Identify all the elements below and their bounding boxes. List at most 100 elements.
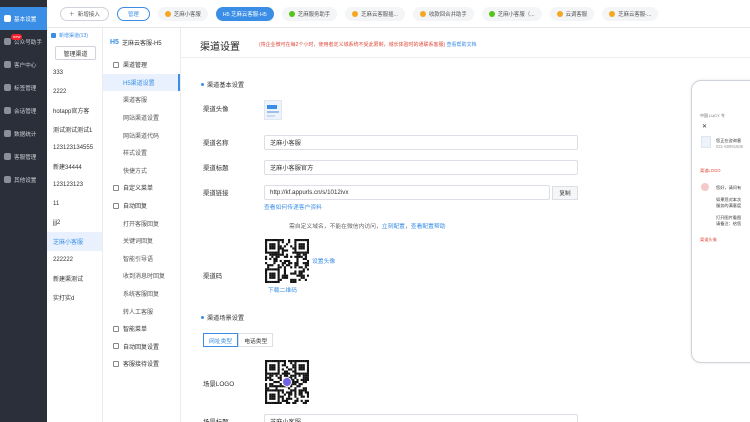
menu-item-8[interactable]: 自动回复 — [103, 197, 180, 215]
scene-type-toggle: 网址类型 电话类型 — [203, 333, 274, 347]
sidebar-icon — [4, 130, 11, 137]
sidebar-icon — [4, 61, 11, 68]
menu-group-icon — [113, 360, 119, 367]
agent-avatar — [701, 183, 709, 191]
channel-title-input[interactable]: 芝麻小客服官方 — [264, 160, 578, 175]
sidebar-item-5[interactable]: 数据统计 — [0, 122, 47, 145]
channel-link-input[interactable]: http://kf.appurls.cn/s/1012ivx — [264, 185, 550, 200]
close-icon: ✕ — [702, 124, 708, 130]
tab-channel-3[interactable]: 芝麻云客服插... — [345, 6, 405, 21]
settings-menu: H5 芝麻云客服-H5 渠道管理 H5渠道设置 渠道客服 网站渠道设置 网站渠道代码 样式设… — [103, 28, 181, 422]
menu-item-0[interactable]: 渠道管理 — [103, 56, 180, 74]
sidebar-item-1[interactable]: 公众号助手 — [0, 30, 47, 53]
scene-logo-qrcode[interactable] — [265, 360, 309, 404]
phone-status-bar: 中国 LUCY 令 — [700, 113, 725, 118]
app: 基本设置 公众号助手 客户中心 标签管理 会话管理 数据统计 客服管理 其他设置 new ＋新增… — [0, 0, 750, 422]
help-doc-link[interactable]: 查看帮助文档 — [447, 42, 477, 48]
configure-now-link[interactable]: 立刻配置 — [382, 224, 405, 230]
name-label: 渠道名称 — [203, 140, 229, 147]
menu-item-2[interactable]: 渠道客服 — [103, 91, 180, 109]
menu-item-15[interactable]: 智能菜单 — [103, 320, 180, 338]
channel-item[interactable]: 333 — [47, 64, 102, 83]
avatar-label: 渠道头像 — [203, 106, 229, 113]
sidebar-icon — [4, 107, 11, 114]
menu-item-4[interactable]: 网站渠道代码 — [103, 126, 180, 144]
preview-msg-4b: 请备注：给您 — [716, 221, 742, 226]
scene-name-input[interactable]: 芝麻小客服 — [264, 414, 578, 422]
download-qrcode-link[interactable]: 下载二维码 — [268, 285, 297, 294]
manage-button[interactable]: 管理 — [117, 6, 150, 21]
channel-dot-icon — [420, 10, 426, 17]
preview-msg-1b: 021-60991508 — [716, 144, 744, 149]
sidebar-icon — [4, 153, 11, 160]
sidebar-item-7[interactable]: 其他设置 — [0, 168, 47, 191]
channel-item[interactable]: 新建渠测试 — [47, 270, 102, 289]
main-sidebar: 基本设置 公众号助手 客户中心 标签管理 会话管理 数据统计 客服管理 其他设置 new — [0, 0, 47, 422]
logo-annotation: 渠道LOGO — [700, 168, 721, 173]
sidebar-item-2[interactable]: 客户中心 — [0, 53, 47, 76]
channel-item[interactable]: 实打实d — [47, 288, 102, 307]
channel-item[interactable]: 测试测试测试1 — [47, 120, 102, 139]
phone-preview: 中国 LUCY 令 ✕ 您正在咨询客 021-60991508 渠道LOGO 您… — [691, 80, 750, 363]
qrcode-label: 渠道码 — [203, 273, 223, 280]
channel-item[interactable]: jjj2 — [47, 214, 102, 233]
menu-item-16[interactable]: 自动回复设置 — [103, 338, 180, 356]
menu-item-12[interactable]: 收到消息时回复 — [103, 267, 180, 285]
new-badge: new — [11, 34, 23, 40]
sidebar-item-4[interactable]: 会话管理 — [0, 99, 47, 122]
channel-list-header: 新增渠道(13) — [47, 28, 102, 42]
tab-channel-6[interactable]: 云调客服 — [549, 6, 595, 21]
menu-item-9[interactable]: 打开客服回复 — [103, 214, 180, 232]
copy-button[interactable]: 复制 — [552, 186, 578, 200]
channel-name-input[interactable]: 芝麻小客服 — [264, 135, 578, 150]
menu-item-3[interactable]: 网站渠道设置 — [103, 109, 180, 127]
menu-item-6[interactable]: 快捷方式 — [103, 162, 180, 180]
tab-phone-type[interactable]: 电话类型 — [238, 333, 274, 347]
manage-channels-button[interactable]: 管理渠道 — [55, 46, 96, 60]
sidebar-icon — [4, 38, 11, 45]
menu-item-10[interactable]: 关键词回复 — [103, 232, 180, 250]
tab-url-type[interactable]: 网址类型 — [203, 333, 239, 347]
divider — [181, 57, 750, 58]
menu-item-1[interactable]: H5渠道设置 — [103, 73, 180, 92]
sidebar-item-3[interactable]: 标签管理 — [0, 76, 47, 99]
page-note: (将企业微可在每2个小时，使用者定义城系统不受此限制，城长体验时的通联系客服) … — [259, 42, 477, 48]
tab-channel-5[interactable]: 芝麻小客服（... — [481, 6, 542, 21]
set-avatar-link[interactable]: 设置头像 — [312, 256, 335, 265]
channel-item[interactable]: 新建34444 — [47, 157, 102, 176]
menu-item-14[interactable]: 转人工客服 — [103, 302, 180, 320]
menu-item-5[interactable]: 样式设置 — [103, 144, 180, 162]
menu-item-17[interactable]: 客服接待设置 — [103, 355, 180, 373]
channel-dot-icon — [556, 10, 563, 17]
config-help-link[interactable]: 查看配置帮助 — [411, 224, 446, 230]
new-access-button[interactable]: ＋新增接入 — [60, 6, 109, 21]
channel-item[interactable]: 11 — [47, 195, 102, 214]
sidebar-icon — [4, 15, 11, 22]
tab-channel-0[interactable]: 芝麻小客服 — [157, 6, 208, 21]
channel-tabs: 芝麻小客服 H5 芝麻云客服-H5 芝麻服务助手 芝麻云客服插... 收款回合并助手 芝麻… — [157, 6, 667, 21]
channel-item[interactable]: 2222 — [47, 83, 102, 102]
tab-channel-2[interactable]: 芝麻服务助手 — [281, 6, 338, 21]
pass-data-link[interactable]: 查看如何传递客户资料 — [264, 202, 322, 211]
sidebar-item-6[interactable]: 客服管理 — [0, 145, 47, 168]
channel-avatar[interactable] — [264, 100, 282, 120]
tab-channel-7[interactable]: 芝麻云客服-... — [602, 6, 659, 21]
main-panel: 渠道设置 (将企业微可在每2个小时，使用者定义城系统不受此限制，城长体验时的通联… — [181, 28, 750, 422]
channel-dot-icon — [609, 10, 616, 17]
channel-item[interactable]: 芝麻小客服 — [47, 232, 102, 251]
sidebar-item-0[interactable]: 基本设置 — [0, 7, 47, 30]
tab-channel-1[interactable]: H5 芝麻云客服-H5 — [215, 6, 274, 21]
channel-item[interactable]: 123123134555 — [47, 139, 102, 158]
channel-dot-icon — [288, 10, 295, 17]
menu-item-11[interactable]: 智能引导语 — [103, 250, 180, 268]
top-tab-bar: ＋新增接入 管理 芝麻小客服 H5 芝麻云客服-H5 芝麻服务助手 芝麻云客服插...… — [47, 0, 750, 28]
channel-item[interactable]: 123123123 — [47, 176, 102, 195]
menu-item-13[interactable]: 系统客服回复 — [103, 285, 180, 303]
channel-item[interactable]: 222222 — [47, 251, 102, 270]
channel-item[interactable]: hotapp官方客 — [47, 101, 102, 120]
menu-group-icon — [113, 343, 119, 350]
menu-header: H5 芝麻云客服-H5 — [110, 38, 162, 47]
menu-item-7[interactable]: 自定义菜单 — [103, 179, 180, 197]
tab-channel-4[interactable]: 收款回合并助手 — [413, 6, 474, 21]
link-label: 渠道链接 — [203, 190, 229, 197]
